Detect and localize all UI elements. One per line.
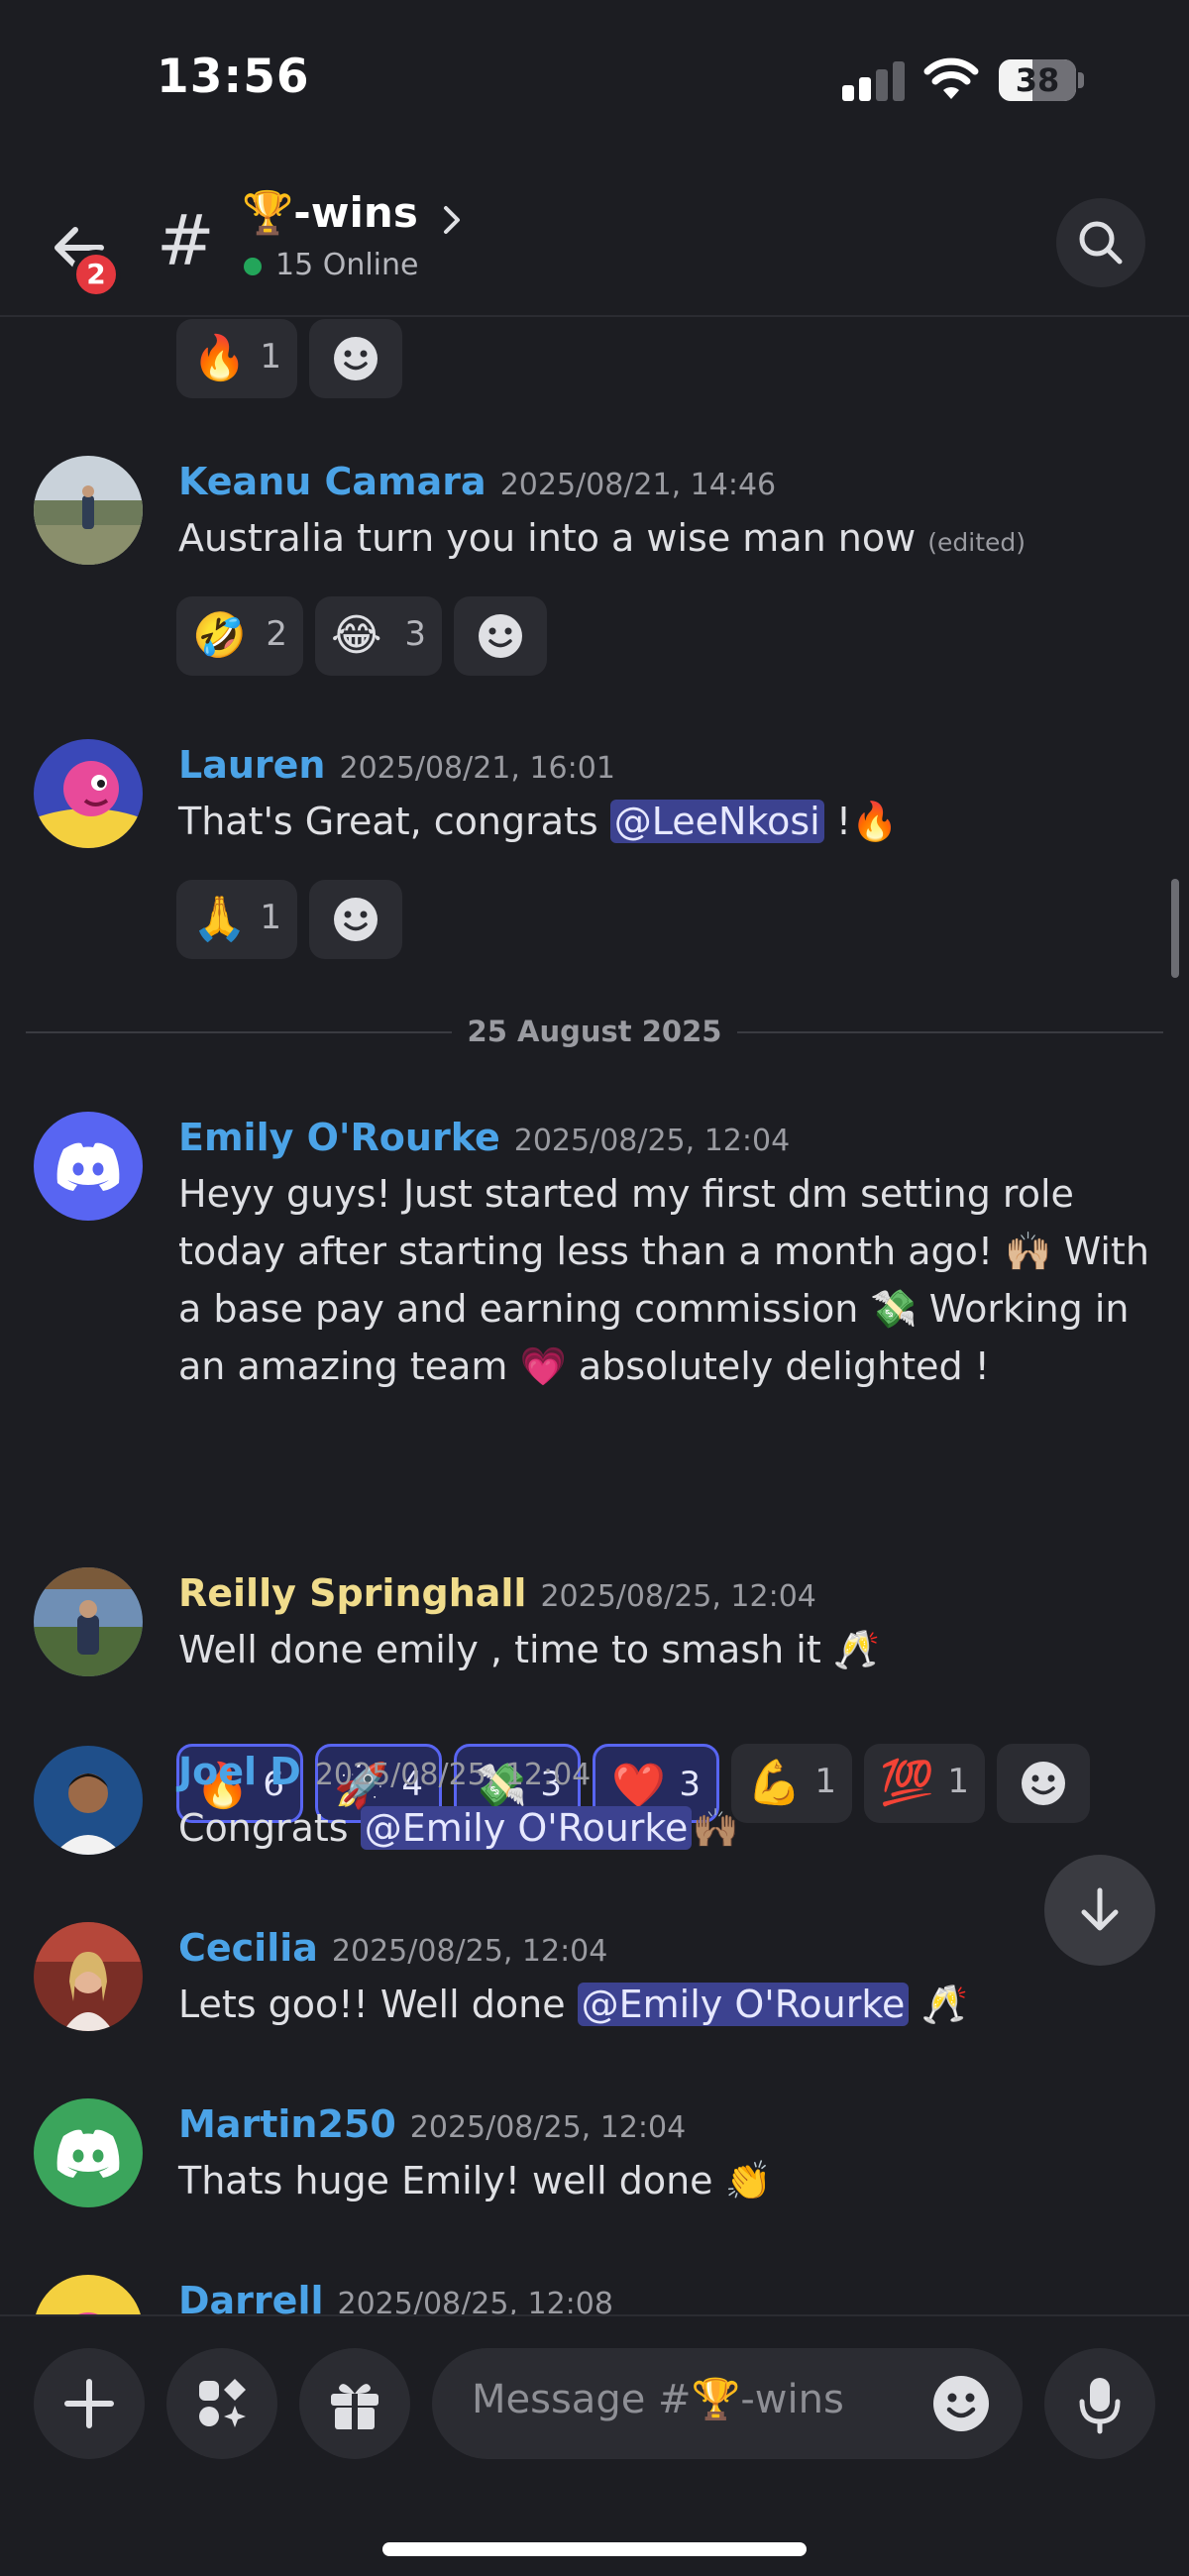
reaction-pill[interactable]: 🤣 2 [176, 596, 303, 676]
voice-message-button[interactable] [1044, 2348, 1155, 2459]
gift-button[interactable] [299, 2348, 410, 2459]
microphone-icon [1079, 2378, 1121, 2434]
discord-logo-icon [56, 1142, 120, 1191]
timestamp: 2025/08/21, 14:46 [499, 468, 777, 502]
online-status-dot [244, 258, 262, 275]
chevron-right-icon[interactable] [440, 202, 464, 238]
battery-level: 38 [1015, 61, 1060, 99]
discord-logo-icon [56, 2129, 120, 2178]
add-reaction-icon [334, 898, 378, 941]
plus-icon [64, 2379, 114, 2428]
date-divider: 25 August 2025 [26, 1013, 1163, 1052]
message-content: Heyy guys! Just started my first dm sett… [178, 1172, 1149, 1388]
home-indicator[interactable] [382, 2542, 807, 2556]
reaction-pill[interactable]: 🔥 1 [176, 319, 297, 398]
apps-button[interactable] [166, 2348, 277, 2459]
add-reaction-button[interactable] [454, 596, 547, 676]
status-bar: 13:56 38 [0, 0, 1189, 168]
avatar[interactable] [34, 2275, 143, 2314]
timestamp: 2025/08/21, 16:01 [339, 751, 615, 786]
search-button[interactable] [1056, 198, 1145, 287]
user-mention[interactable]: @Emily O'Rourke [577, 1983, 910, 2026]
add-reaction-button[interactable] [309, 880, 402, 959]
avatar[interactable] [34, 2098, 143, 2207]
reaction-pill[interactable]: 😂 3 [315, 596, 442, 676]
scrollbar-thumb[interactable] [1171, 879, 1179, 978]
username[interactable]: Cecilia [178, 1926, 318, 1970]
status-time: 13:56 [157, 50, 310, 104]
username[interactable]: Reilly Springhall [178, 1571, 526, 1615]
username[interactable]: Martin250 [178, 2102, 396, 2146]
message-content: Australia turn you into a wise man now (… [178, 516, 1027, 560]
timestamp: 2025/08/25, 12:08 [337, 2287, 613, 2314]
chevron-down-icon [1081, 1887, 1119, 1931]
avatar[interactable] [34, 1567, 143, 1676]
search-icon [1079, 221, 1123, 265]
channel-header: 2 # 🏆-wins 15 Online [0, 168, 1189, 317]
wifi-icon [923, 57, 979, 99]
online-count: 15 Online [275, 248, 419, 282]
username[interactable]: Keanu Camara [178, 460, 486, 503]
message-list[interactable]: 🔥 1 Keanu Camara 2025/08/21, 14:46 Austra… [0, 319, 1189, 2314]
channel-name[interactable]: 🏆-wins [242, 188, 418, 238]
message-content: Congrats @Emily O'Rourke 🙌🏽 [178, 1806, 739, 1850]
battery-icon: 38 [999, 59, 1084, 101]
hash-icon: # [157, 200, 215, 281]
message-content: Thats huge Emily! well done 👏 [178, 2159, 772, 2202]
reaction-pill[interactable]: 🙏 1 [176, 880, 297, 959]
message-input-placeholder: Message #🏆-wins [472, 2377, 844, 2422]
apps-icon [199, 2379, 246, 2427]
timestamp: 2025/08/25, 12:04 [314, 1758, 592, 1792]
message-content: Well done emily , time to smash it 🥂 [178, 1628, 881, 1671]
emoji-icon[interactable] [931, 2374, 991, 2433]
message-content: That's Great, congrats @LeeNkosi !🔥 [178, 800, 899, 843]
jump-to-latest-button[interactable] [1044, 1855, 1155, 1966]
attach-button[interactable] [34, 2348, 145, 2459]
add-reaction-icon [334, 337, 378, 380]
avatar[interactable] [34, 1112, 143, 1221]
message-composer: Message #🏆-wins [0, 2314, 1189, 2576]
timestamp: 2025/08/25, 12:04 [331, 1934, 608, 1969]
cellular-signal-icon [842, 61, 906, 101]
add-reaction-icon [479, 614, 522, 658]
message-input[interactable]: Message #🏆-wins [432, 2348, 1023, 2459]
timestamp: 2025/08/25, 12:04 [409, 2110, 687, 2145]
avatar[interactable] [34, 1746, 143, 1855]
unread-badge: 2 [71, 250, 121, 299]
user-mention[interactable]: @Emily O'Rourke [360, 1806, 693, 1850]
avatar[interactable] [34, 739, 143, 848]
username[interactable]: Lauren [178, 743, 325, 787]
date-divider-label: 25 August 2025 [467, 1015, 722, 1048]
timestamp: 2025/08/25, 12:04 [540, 1579, 816, 1614]
username[interactable]: Emily O'Rourke [178, 1116, 500, 1159]
username[interactable]: Joel D [178, 1750, 301, 1793]
username[interactable]: Darrell [178, 2279, 324, 2314]
add-reaction-button[interactable] [309, 319, 402, 398]
avatar[interactable] [34, 1922, 143, 2031]
message-content: Lets goo!! Well done @Emily O'Rourke 🥂 [178, 1983, 968, 2026]
avatar[interactable] [34, 456, 143, 565]
user-mention[interactable]: @LeeNkosi [609, 800, 824, 843]
timestamp: 2025/08/25, 12:04 [513, 1124, 791, 1158]
edited-tag: (edited) [927, 528, 1027, 557]
gift-icon [331, 2384, 378, 2429]
